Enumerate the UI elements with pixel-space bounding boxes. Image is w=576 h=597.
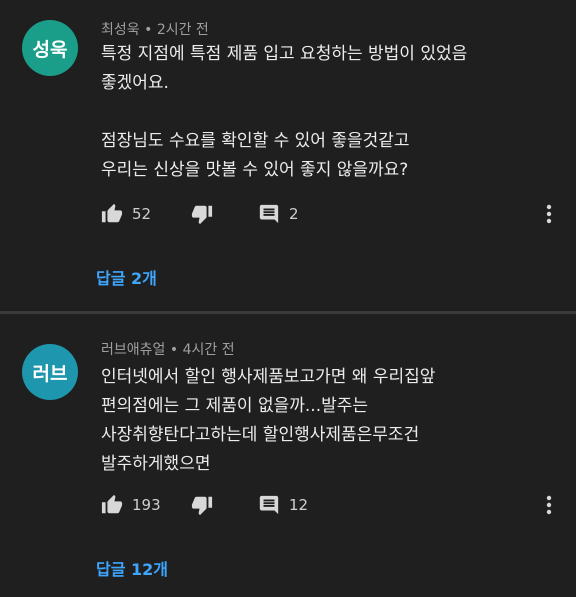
comment-line: 편의점에는 그 제품이 없을까...발주는 xyxy=(101,396,369,416)
comment-icon xyxy=(259,204,279,224)
reply-count: 2 xyxy=(289,205,299,223)
thumbs-up-icon xyxy=(101,203,123,223)
reply-count: 12 xyxy=(289,496,309,514)
comment-meta: 러브애츄얼 • 4시간 전 xyxy=(101,339,235,359)
comment-1: 성욱 최성욱 • 2시간 전 특정 지점에 특점 제품 입고 요청하는 방법이 … xyxy=(0,0,576,312)
thumbs-down-icon xyxy=(191,205,213,225)
comment-line: 좋겠어요. xyxy=(101,73,169,93)
reply-button[interactable]: 12 xyxy=(258,493,308,517)
avatar[interactable]: 러브 xyxy=(22,344,78,400)
avatar[interactable]: 성욱 xyxy=(22,20,78,76)
comment-time: 4시간 전 xyxy=(182,342,235,358)
comment-text: 인터넷에서 할인 행사제품보고가면 왜 우리집앞 편의점에는 그 제품이 없을까… xyxy=(101,363,541,479)
comment-2: 러브 러브애츄얼 • 4시간 전 인터넷에서 할인 행사제품보고가면 왜 우리집… xyxy=(0,314,576,597)
comment-meta: 최성욱 • 2시간 전 xyxy=(101,19,209,39)
avatar-text: 러브 xyxy=(32,362,68,385)
author-name[interactable]: 러브애츄얼 xyxy=(101,342,165,358)
like-count: 52 xyxy=(132,205,152,223)
more-vert-icon xyxy=(546,204,552,224)
view-replies-link[interactable]: 답글 12개 xyxy=(96,556,168,580)
dislike-button[interactable] xyxy=(191,493,213,517)
author-name[interactable]: 최성욱 xyxy=(101,22,140,38)
thumbs-down-icon xyxy=(191,496,213,516)
like-button[interactable]: 52 xyxy=(101,202,151,226)
comment-line: 점장님도 수요를 확인할 수 있어 좋을것같고 xyxy=(101,131,410,151)
dislike-button[interactable] xyxy=(191,202,213,226)
comment-line: 특정 지점에 특점 제품 입고 요청하는 방법이 있었음 xyxy=(101,44,468,64)
comment-icon xyxy=(259,495,279,515)
like-button[interactable]: 193 xyxy=(101,493,161,517)
comment-line: 우리는 신상을 맛볼 수 있어 좋지 않을까요? xyxy=(101,160,409,180)
more-vert-icon xyxy=(546,495,552,515)
like-count: 193 xyxy=(132,496,161,514)
more-options-button[interactable] xyxy=(541,493,557,517)
meta-separator: • xyxy=(169,342,179,358)
thumbs-up-icon xyxy=(101,494,123,514)
avatar-text: 성욱 xyxy=(32,38,68,61)
comment-line: 인터넷에서 할인 행사제품보고가면 왜 우리집앞 xyxy=(101,367,436,387)
comment-text: 특정 지점에 특점 제품 입고 요청하는 방법이 있었음 좋겠어요. 점장님도 … xyxy=(101,40,541,185)
meta-separator: • xyxy=(144,22,153,38)
comment-actions: 52 2 xyxy=(101,202,561,226)
comment-time: 2시간 전 xyxy=(156,22,209,38)
more-options-button[interactable] xyxy=(541,202,557,226)
comment-blank-line xyxy=(101,98,541,127)
comment-line: 발주하게했으면 xyxy=(101,454,211,474)
reply-button[interactable]: 2 xyxy=(258,202,299,226)
comment-actions: 193 12 xyxy=(101,493,561,517)
view-replies-link[interactable]: 답글 2개 xyxy=(96,265,157,289)
comment-line: 사장취향탄다고하는데 할인행사제품은무조건 xyxy=(101,425,420,445)
